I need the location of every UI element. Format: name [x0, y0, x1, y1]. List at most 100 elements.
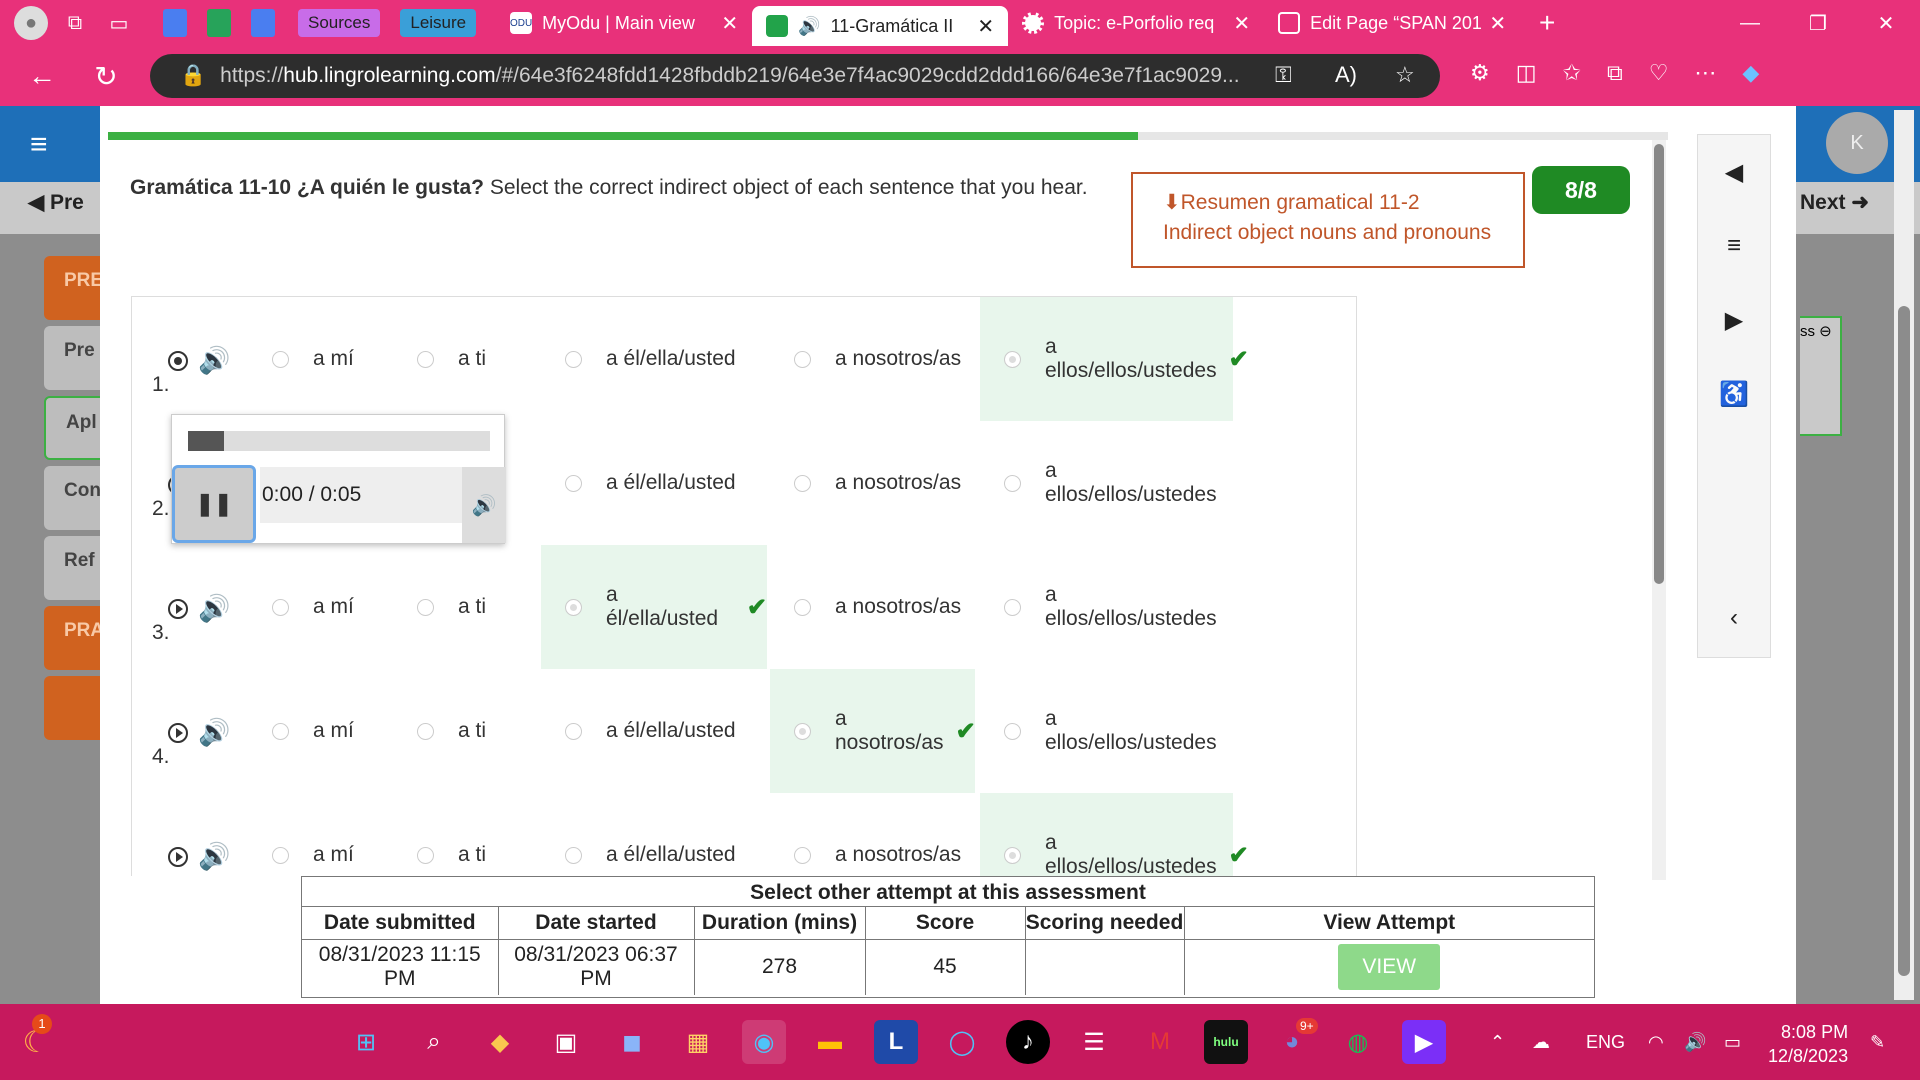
- more-icon[interactable]: ⋯: [1694, 60, 1716, 86]
- page-scrollbar[interactable]: [1894, 110, 1914, 1000]
- volume-tray-icon[interactable]: 🔊: [1684, 1032, 1706, 1053]
- answer-option[interactable]: a mí: [248, 297, 388, 421]
- radio-button[interactable]: [1004, 474, 1021, 492]
- radio-button[interactable]: [417, 722, 434, 740]
- tab-edit-page[interactable]: Edit Page “SPAN 201 ✕: [1264, 3, 1520, 43]
- hulu-icon[interactable]: hulu: [1204, 1020, 1248, 1064]
- launcher-l-icon[interactable]: L: [874, 1020, 918, 1064]
- radio-button[interactable]: [1004, 598, 1021, 616]
- menu-hamburger-icon[interactable]: ≡: [30, 128, 48, 162]
- new-tab-button[interactable]: +: [1530, 6, 1564, 40]
- stop-icon[interactable]: [168, 350, 188, 371]
- store-icon[interactable]: ▦: [676, 1020, 720, 1064]
- radio-button[interactable]: [794, 350, 811, 368]
- speaker-icon[interactable]: 🔊: [198, 841, 230, 872]
- collapse-panel-icon[interactable]: ‹: [1698, 581, 1770, 655]
- answer-option[interactable]: a él/ella/usted ✔: [541, 545, 767, 669]
- audio-playing-icon[interactable]: 🔊: [798, 16, 820, 37]
- answer-option[interactable]: a ti: [393, 297, 538, 421]
- back-icon[interactable]: ←: [20, 54, 64, 98]
- play-icon[interactable]: [168, 846, 188, 867]
- radio-button[interactable]: [417, 598, 434, 616]
- scroll-thumb[interactable]: [1654, 144, 1664, 584]
- answer-option[interactable]: a ti: [393, 793, 538, 876]
- activity-scrollbar[interactable]: [1652, 140, 1666, 880]
- play-icon[interactable]: [168, 598, 188, 619]
- answer-option[interactable]: a nosotros/as ✔: [770, 669, 976, 793]
- answer-option[interactable]: a mí: [248, 793, 388, 876]
- notifications-icon[interactable]: ✎: [1870, 1032, 1885, 1053]
- accessibility-icon[interactable]: ♿: [1698, 357, 1770, 431]
- tab-group-sources[interactable]: Sources: [298, 9, 381, 37]
- volume-icon[interactable]: 🔊: [462, 467, 506, 543]
- close-tab-icon[interactable]: ✕: [1489, 11, 1506, 36]
- radio-button[interactable]: [794, 722, 811, 740]
- radio-button[interactable]: [565, 598, 582, 616]
- answer-option[interactable]: a ellos/ellos/ustedes: [980, 545, 1233, 669]
- refresh-icon[interactable]: ↻: [84, 54, 128, 98]
- avatar[interactable]: K: [1826, 112, 1888, 174]
- onedrive-icon[interactable]: ☁: [1532, 1032, 1550, 1053]
- answer-option[interactable]: a ellos/ellos/ustedes ✔: [980, 793, 1249, 876]
- radio-button[interactable]: [417, 846, 434, 864]
- answer-option[interactable]: a nosotros/as: [770, 297, 975, 421]
- battery-icon[interactable]: ▭: [1724, 1032, 1741, 1053]
- next-question-icon[interactable]: ▶: [1698, 283, 1770, 357]
- wifi-icon[interactable]: ◠: [1648, 1032, 1664, 1053]
- answer-option[interactable]: a él/ella/usted: [541, 297, 767, 421]
- radio-button[interactable]: [565, 350, 582, 368]
- radio-button[interactable]: [272, 846, 289, 864]
- url-field[interactable]: 🔒 https://hub.lingrolearning.com/#/64e3f…: [150, 54, 1440, 98]
- answer-option[interactable]: a él/ella/usted: [541, 793, 767, 876]
- answer-option[interactable]: a él/ella/usted: [541, 669, 767, 793]
- tab-gramatica[interactable]: 🔊 11-Gramática II ✕: [752, 6, 1009, 46]
- answer-option[interactable]: a ti: [393, 545, 538, 669]
- task-view-icon[interactable]: ▣: [544, 1020, 588, 1064]
- radio-button[interactable]: [417, 350, 434, 368]
- answer-option[interactable]: a mí: [248, 545, 388, 669]
- answer-option[interactable]: a ellos/ellos/ustedes: [980, 669, 1233, 793]
- read-aloud-icon[interactable]: A): [1335, 62, 1357, 88]
- resumen-gramatical-link[interactable]: ⬇Resumen gramatical 11-2 Indirect object…: [1131, 172, 1525, 268]
- windows-start-icon[interactable]: ⊞: [344, 1020, 388, 1064]
- minimize-icon[interactable]: —: [1716, 12, 1784, 35]
- tab-group-leisure[interactable]: Leisure: [400, 9, 477, 37]
- extensions-icon[interactable]: ⚙: [1470, 60, 1490, 86]
- lms-previous-link[interactable]: ◀ Pre: [28, 190, 84, 215]
- cortana-icon[interactable]: ◯: [940, 1020, 984, 1064]
- pause-button[interactable]: ❚❚: [172, 465, 256, 543]
- close-window-icon[interactable]: ✕: [1852, 11, 1920, 36]
- radio-button[interactable]: [794, 598, 811, 616]
- favorites-icon[interactable]: ✩: [1563, 60, 1581, 86]
- radio-button[interactable]: [565, 722, 582, 740]
- copilot-icon[interactable]: ◆: [1742, 60, 1759, 86]
- performance-icon[interactable]: ♡: [1649, 60, 1669, 86]
- tab-actions-icon[interactable]: ▭: [102, 6, 136, 40]
- radio-button[interactable]: [565, 846, 582, 864]
- radio-button[interactable]: [565, 474, 582, 492]
- answer-option[interactable]: a ellos/ellos/ustedes: [980, 421, 1233, 545]
- menu-list-icon[interactable]: ≡: [1698, 209, 1770, 283]
- scroll-thumb[interactable]: [1898, 306, 1910, 976]
- key-icon[interactable]: ⚿: [1275, 62, 1292, 88]
- close-tab-icon[interactable]: ✕: [721, 11, 738, 36]
- answer-option[interactable]: a nosotros/as: [770, 793, 975, 876]
- speaker-icon[interactable]: 🔊: [198, 345, 230, 376]
- docs-pinned-icon[interactable]: [158, 6, 192, 40]
- search-icon[interactable]: ⌕: [412, 1020, 456, 1064]
- radio-button[interactable]: [1004, 722, 1021, 740]
- answer-option[interactable]: a mí: [248, 669, 388, 793]
- close-tab-icon[interactable]: ✕: [977, 14, 994, 39]
- collections-icon[interactable]: ⧉: [1607, 60, 1623, 86]
- audio-seek-bar[interactable]: [188, 431, 490, 451]
- radio-button[interactable]: [272, 350, 289, 368]
- file-explorer-icon[interactable]: ▬: [808, 1020, 852, 1064]
- answer-option[interactable]: a él/ella/usted: [541, 421, 767, 545]
- split-screen-icon[interactable]: ◫: [1516, 60, 1537, 86]
- tiktok-icon[interactable]: ♪: [1006, 1020, 1050, 1064]
- edge-icon[interactable]: ◉: [742, 1020, 786, 1064]
- previous-question-icon[interactable]: ◀: [1698, 135, 1770, 209]
- tray-chevron-icon[interactable]: ⌃: [1490, 1032, 1505, 1053]
- language-indicator[interactable]: ENG: [1586, 1032, 1625, 1053]
- answer-option[interactable]: a nosotros/as: [770, 545, 975, 669]
